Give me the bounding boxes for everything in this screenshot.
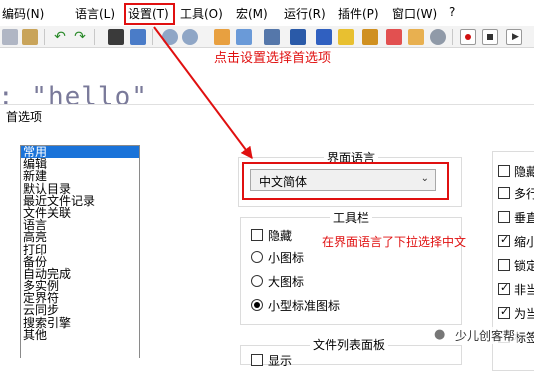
- tab-current-checkbox[interactable]: [498, 305, 510, 319]
- large-icon-label: 大图标: [268, 275, 305, 289]
- small-standard-icon-label: 小型标准图标: [268, 299, 341, 313]
- tab-inactive-checkbox[interactable]: [498, 281, 510, 295]
- list-icon[interactable]: [316, 29, 332, 45]
- language-highlight-box: [242, 162, 449, 200]
- menu-plugins[interactable]: 插件(P): [338, 5, 379, 22]
- doc-icon[interactable]: [386, 29, 402, 45]
- code-text: : "hello": [0, 82, 148, 106]
- menu-tools[interactable]: 工具(O): [180, 5, 223, 22]
- replace-icon[interactable]: [130, 29, 146, 45]
- menu-run[interactable]: 运行(R): [284, 5, 326, 22]
- category-list[interactable]: 常用 编辑 新建 默认目录 最近文件记录 文件关联 语言 高亮 打印 备份 自动…: [20, 145, 140, 358]
- zoom-in-icon[interactable]: [162, 29, 178, 45]
- large-icon-radio[interactable]: [251, 275, 263, 287]
- tab-multiline-label: 多行: [514, 187, 534, 201]
- toolbar-separator: [94, 29, 95, 45]
- category-item-print[interactable]: 打印: [21, 243, 139, 255]
- toolbar-hide-label: 隐藏: [268, 229, 293, 243]
- tab-inactive-label: 非当: [514, 283, 534, 297]
- menu-language[interactable]: 语言(L): [75, 5, 115, 22]
- sync-icon[interactable]: [214, 29, 230, 45]
- category-item-cloud-sync[interactable]: 云同步: [21, 304, 139, 316]
- undo-icon[interactable]: ↶: [52, 29, 68, 45]
- menu-encoding[interactable]: 编码(N): [2, 5, 44, 22]
- file-list-group-title: 文件列表面板: [310, 336, 389, 353]
- small-standard-icon-radio[interactable]: [251, 299, 263, 311]
- category-item-default-dir[interactable]: 默认目录: [21, 182, 139, 194]
- file-list-show-label: 显示: [268, 354, 293, 368]
- toolbar-separator: [44, 29, 45, 45]
- wrap-icon[interactable]: [236, 29, 252, 45]
- play-icon[interactable]: ▶: [506, 29, 522, 45]
- settings-highlight-box: [124, 3, 175, 25]
- toolbar: ↶ ↷ ▶: [0, 26, 534, 48]
- redo-icon[interactable]: ↷: [72, 29, 88, 45]
- wechat-icon: ●: [434, 327, 446, 342]
- eye-icon[interactable]: [430, 29, 446, 45]
- tab-vertical-label: 垂直: [514, 211, 534, 225]
- tab-hide-label: 隐藏: [514, 165, 534, 179]
- chart-icon[interactable]: [362, 29, 378, 45]
- small-icon-radio[interactable]: [251, 251, 263, 263]
- annotation-click-settings: 点击设置选择首选项: [214, 51, 332, 66]
- stop-icon[interactable]: [482, 29, 498, 45]
- tab-lock-label: 锁定: [514, 259, 534, 273]
- zoom-out-icon[interactable]: [182, 29, 198, 45]
- toolbar-group-title: 工具栏: [330, 209, 373, 226]
- small-icon-label: 小图标: [268, 251, 305, 265]
- menu-bar: 编码(N) 语言(L) 设置(T) 工具(O) 宏(M) 运行(R) 插件(P)…: [0, 0, 534, 26]
- tab-multiline-checkbox[interactable]: [498, 187, 510, 199]
- find-icon[interactable]: [108, 29, 124, 45]
- copy-icon[interactable]: [2, 29, 18, 45]
- watermark: 少儿创客帮: [453, 327, 518, 344]
- category-item-highlight[interactable]: 高亮: [21, 231, 139, 243]
- file-list-show-checkbox[interactable]: [251, 354, 263, 366]
- menu-help[interactable]: ?: [449, 5, 455, 19]
- tab-vertical-checkbox[interactable]: [498, 211, 510, 223]
- preferences-dialog: 首选项 常用 编辑 新建 默认目录 最近文件记录 文件关联 语言 高亮 打印 备…: [0, 104, 534, 371]
- tab-hide-checkbox[interactable]: [498, 165, 510, 177]
- paste-icon[interactable]: [22, 29, 38, 45]
- record-icon[interactable]: [460, 29, 476, 45]
- tab-shrink-label: 缩小: [514, 235, 534, 249]
- indent-icon[interactable]: [264, 29, 280, 45]
- category-item-search-engine[interactable]: 搜索引擎: [21, 316, 139, 328]
- dialog-title: 首选项: [6, 110, 43, 124]
- category-item-other[interactable]: 其他: [21, 329, 139, 341]
- menu-macro[interactable]: 宏(M): [236, 5, 268, 22]
- tab-shrink-checkbox[interactable]: [498, 233, 510, 247]
- folder-icon[interactable]: [408, 29, 424, 45]
- tab-lock-checkbox[interactable]: [498, 259, 510, 271]
- menu-window[interactable]: 窗口(W): [392, 5, 437, 22]
- format-icon[interactable]: [290, 29, 306, 45]
- annotation-choose-chinese: 在界面语言了下拉选择中文: [322, 235, 467, 249]
- toolbar-separator: [152, 29, 153, 45]
- toolbar-hide-checkbox[interactable]: [251, 229, 263, 241]
- toolbar-separator: [452, 29, 453, 45]
- bookmark-icon[interactable]: [338, 29, 354, 45]
- tab-current-label: 为当: [514, 307, 534, 321]
- category-item-new[interactable]: 新建: [21, 170, 139, 182]
